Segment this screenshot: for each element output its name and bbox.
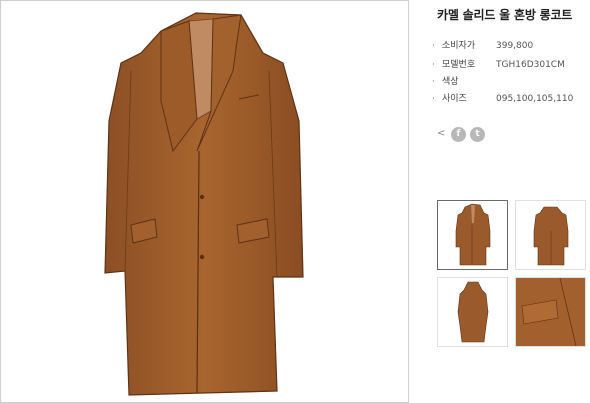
spec-row-price: · 소비자가 399,800 [432, 38, 533, 51]
facebook-icon[interactable]: f [451, 127, 466, 142]
coat-front-thumbnail-image [455, 203, 491, 266]
spec-label: 모델번호 [442, 60, 476, 70]
spec-label: 색상 [442, 77, 459, 87]
coat-back-thumbnail-image [533, 206, 569, 266]
main-product-image [0, 0, 409, 403]
spec-value: 095,100,105,110 [496, 94, 574, 104]
thumbnail-front[interactable] [437, 200, 508, 270]
spec-value: TGH16D301CM [496, 60, 565, 70]
twitter-icon[interactable]: t [470, 127, 485, 142]
spec-row-size: · 사이즈 095,100,105,110 [432, 91, 573, 104]
spec-row-model: · 모델번호 TGH16D301CM [432, 57, 565, 70]
coat-detail-thumbnail-image [516, 278, 585, 346]
product-title: 카멜 솔리드 울 혼방 롱코트 [437, 8, 573, 22]
spec-label: 사이즈 [442, 94, 467, 104]
coat-side-thumbnail-image [457, 281, 489, 343]
spec-value: 399,800 [496, 41, 534, 51]
coat-image [104, 12, 304, 396]
thumbnail-back[interactable] [515, 200, 586, 270]
thumbnail-side[interactable] [437, 277, 508, 347]
share-icon[interactable]: < [437, 128, 445, 139]
thumbnail-detail[interactable] [515, 277, 586, 347]
spec-row-color: · 색상 [432, 74, 496, 87]
spec-label: 소비자가 [442, 41, 476, 51]
